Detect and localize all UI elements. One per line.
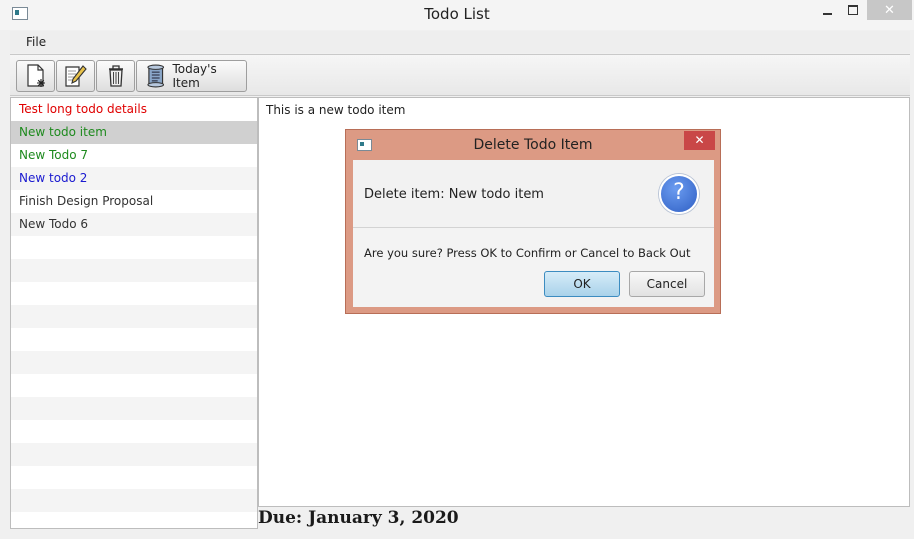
scroll-icon: [147, 64, 165, 88]
todo-details-text: This is a new todo item: [266, 103, 406, 117]
list-item[interactable]: New Todo 7: [11, 144, 257, 167]
list-item[interactable]: Test long todo details: [11, 98, 257, 121]
todays-item-label: Today's Item: [172, 62, 217, 90]
empty-row: [11, 443, 257, 466]
close-window-button[interactable]: ✕: [867, 0, 912, 20]
empty-row: [11, 397, 257, 420]
list-item[interactable]: New todo 2: [11, 167, 257, 190]
menu-bar: File: [10, 31, 910, 53]
dialog-title: Delete Todo Item: [473, 137, 593, 153]
list-item-label: Finish Design Proposal: [19, 194, 154, 208]
empty-row: [11, 305, 257, 328]
dialog-header-text: Delete item: New todo item: [364, 187, 544, 202]
edit-todo-button[interactable]: [56, 60, 95, 92]
window-title: Todo List: [424, 5, 490, 23]
dialog-close-button[interactable]: ✕: [684, 131, 715, 150]
list-item[interactable]: Finish Design Proposal: [11, 190, 257, 213]
toolbar: Today's Item: [10, 54, 910, 96]
list-item-label: New Todo 7: [19, 148, 89, 162]
menu-file[interactable]: File: [26, 35, 46, 49]
empty-row: [11, 328, 257, 351]
minimize-button[interactable]: [814, 0, 840, 20]
cancel-button[interactable]: Cancel: [629, 271, 705, 297]
delete-todo-button[interactable]: [96, 60, 135, 92]
empty-row: [11, 259, 257, 282]
list-item-label: New todo item: [19, 125, 107, 139]
dialog-body: Delete item: New todo item ? Are you sur…: [353, 160, 714, 307]
list-item-label: Test long todo details: [19, 102, 147, 116]
dialog-message: Are you sure? Press OK to Confirm or Can…: [364, 246, 691, 260]
trash-icon: [108, 65, 123, 87]
empty-row: [11, 489, 257, 512]
delete-todo-dialog: Delete Todo Item ✕ Delete item: New todo…: [345, 129, 721, 314]
window-bottom-frame: [0, 530, 914, 539]
empty-row: [11, 282, 257, 305]
list-item[interactable]: New Todo 6: [11, 213, 257, 236]
list-item-label: New Todo 6: [19, 217, 89, 231]
empty-row: [11, 236, 257, 259]
list-item-selected[interactable]: New todo item: [11, 121, 257, 144]
due-date-label: Due: January 3, 2020: [258, 508, 459, 528]
empty-row: [11, 374, 257, 397]
empty-row: [11, 351, 257, 374]
maximize-button[interactable]: [840, 0, 866, 20]
edit-icon: [64, 65, 87, 87]
new-todo-button[interactable]: [16, 60, 55, 92]
empty-row: [11, 466, 257, 489]
todo-list[interactable]: Test long todo details New todo item New…: [10, 97, 258, 529]
question-icon: ?: [659, 174, 699, 214]
new-file-icon: [26, 64, 45, 87]
empty-row: [11, 420, 257, 443]
list-item-label: New todo 2: [19, 171, 88, 185]
todays-item-button[interactable]: Today's Item: [136, 60, 247, 92]
dialog-header: Delete item: New todo item ?: [353, 160, 714, 228]
ok-button[interactable]: OK: [544, 271, 620, 297]
empty-row: [11, 512, 257, 528]
window-title-bar: Todo List ✕: [0, 0, 914, 30]
